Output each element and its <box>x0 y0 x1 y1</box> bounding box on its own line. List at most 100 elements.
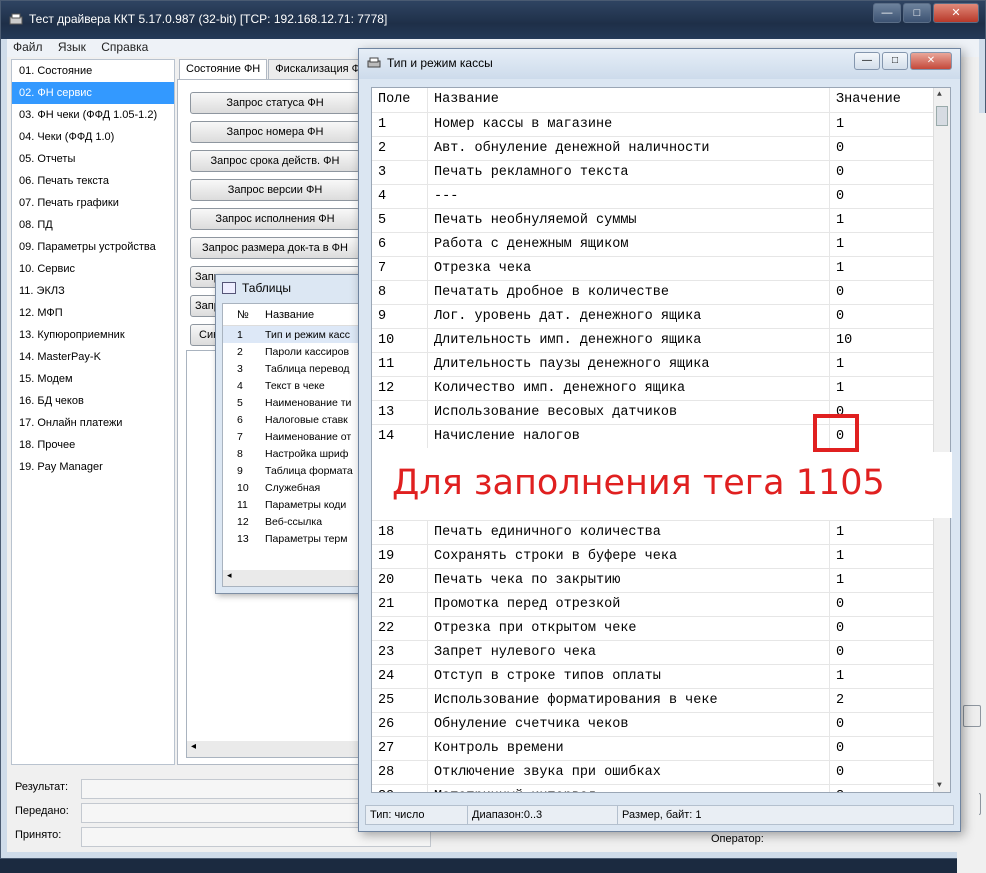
fn-number-button[interactable]: Запрос номера ФН <box>190 121 360 143</box>
grid-row[interactable]: 13 Использование весовых датчиков 0 <box>372 400 950 424</box>
table-row[interactable]: 13 Параметры терм <box>223 530 363 547</box>
grid-row[interactable]: 27 Контроль времени 0 <box>372 736 950 760</box>
grid-row[interactable]: 18 Печать единичного количества 1 <box>372 520 950 544</box>
menu-help[interactable]: Справка <box>95 39 154 55</box>
kassa-minimize-button[interactable]: — <box>854 52 880 70</box>
sidebar-item[interactable]: 04. Чеки (ФФД 1.0) <box>12 126 174 148</box>
cell-value[interactable]: 1 <box>830 665 935 688</box>
table-row[interactable]: 11 Параметры коди <box>223 496 363 513</box>
col-field-header[interactable]: Поле <box>372 88 428 112</box>
grid-row[interactable]: 25 Использование форматирования в чеке 2 <box>372 688 950 712</box>
tab-fn-status[interactable]: Состояние ФН <box>179 59 268 79</box>
cell-value[interactable]: 1 <box>830 377 935 400</box>
grid-row[interactable]: 12 Количество имп. денежного ящика 1 <box>372 376 950 400</box>
cell-value[interactable]: 10 <box>830 329 935 352</box>
fn-execution-button[interactable]: Запрос исполнения ФН <box>190 208 360 230</box>
fn-expiry-button[interactable]: Запрос срока действ. ФН <box>190 150 360 172</box>
cell-value[interactable]: 0 <box>830 305 935 328</box>
grid-row[interactable]: 26 Обнуление счетчика чеков 0 <box>372 712 950 736</box>
tab-fiscalization[interactable]: Фискализация Ф <box>268 59 367 79</box>
cell-value[interactable]: 0 <box>830 761 935 784</box>
table-row[interactable]: 9 Таблица формата <box>223 462 363 479</box>
scroll-up-icon[interactable]: ▲ <box>937 90 942 99</box>
menu-language[interactable]: Язык <box>52 39 92 55</box>
scroll-left-icon[interactable]: ◂ <box>187 741 371 757</box>
sidebar-item[interactable]: 05. Отчеты <box>12 148 174 170</box>
sidebar-item[interactable]: 16. БД чеков <box>12 390 174 412</box>
table-row[interactable]: 3 Таблица перевод <box>223 360 363 377</box>
table-row[interactable]: 12 Веб-ссылка <box>223 513 363 530</box>
scroll-left-icon[interactable]: ◂ <box>223 570 363 586</box>
right-edge-button-1[interactable] <box>963 705 981 727</box>
menu-file[interactable]: Файл <box>7 39 49 55</box>
table-row[interactable]: 1 Тип и режим касс <box>223 326 363 343</box>
fn-doc-size-button[interactable]: Запрос размера док-та в ФН <box>190 237 360 259</box>
kassa-params-grid[interactable]: Поле Название Значение 1 Номер кассы в ма… <box>371 87 951 793</box>
grid-row[interactable]: 6 Работа с денежным ящиком 1 <box>372 232 950 256</box>
tables-list[interactable]: № Название 1 Тип и режим касс 2 Пароли касс… <box>222 303 364 587</box>
grid-vertical-scrollbar[interactable]: ▲ ▼ <box>933 88 950 792</box>
sidebar-item[interactable]: 01. Состояние <box>12 60 174 82</box>
kassa-close-button[interactable]: ✕ <box>910 52 952 70</box>
sidebar-item[interactable]: 18. Прочее <box>12 434 174 456</box>
cell-value[interactable]: 1 <box>830 545 935 568</box>
table-row[interactable]: 4 Текст в чеке <box>223 377 363 394</box>
scroll-thumb[interactable] <box>936 106 948 126</box>
grid-row[interactable]: 8 Печатать дробное в количестве 0 <box>372 280 950 304</box>
sidebar-item[interactable]: 07. Печать графики <box>12 192 174 214</box>
kassa-dialog-titlebar[interactable]: Тип и режим кассы — □ ✕ <box>359 49 960 79</box>
table-row[interactable]: 5 Наименование ти <box>223 394 363 411</box>
cell-value[interactable]: 0 <box>830 713 935 736</box>
grid-row[interactable]: 14 Начисление налогов 0 <box>372 424 950 448</box>
fn-status-button[interactable]: Запрос статуса ФН <box>190 92 360 114</box>
grid-row[interactable]: 22 Отрезка при открытом чеке 0 <box>372 616 950 640</box>
sidebar-item[interactable]: 19. Pay Manager <box>12 456 174 478</box>
cell-value[interactable]: 2 <box>830 689 935 712</box>
cell-value[interactable]: 1 <box>830 521 935 544</box>
fn-version-button[interactable]: Запрос версии ФН <box>190 179 360 201</box>
grid-row[interactable]: 24 Отступ в строке типов оплаты 1 <box>372 664 950 688</box>
cell-value[interactable]: 1 <box>830 209 935 232</box>
sidebar-item[interactable]: 08. ПД <box>12 214 174 236</box>
sidebar-item[interactable]: 02. ФН сервис <box>12 82 174 104</box>
sidebar-item[interactable]: 14. MasterPay-K <box>12 346 174 368</box>
sidebar-item[interactable]: 12. МФП <box>12 302 174 324</box>
maximize-button[interactable]: □ <box>903 3 931 23</box>
col-value-header[interactable]: Значение <box>830 88 935 112</box>
sidebar-item[interactable]: 06. Печать текста <box>12 170 174 192</box>
cell-value[interactable]: 0 <box>830 137 935 160</box>
cell-value[interactable]: 1 <box>830 569 935 592</box>
cell-value[interactable]: 0 <box>830 281 935 304</box>
cell-value[interactable]: 1 <box>830 257 935 280</box>
grid-row[interactable]: 21 Промотка перед отрезкой 0 <box>372 592 950 616</box>
grid-row[interactable]: 3 Печать рекламного текста 0 <box>372 160 950 184</box>
grid-row[interactable]: 10 Длительность имп. денежного ящика 10 <box>372 328 950 352</box>
grid-row[interactable]: 7 Отрезка чека 1 <box>372 256 950 280</box>
cell-value[interactable]: 0 <box>830 641 935 664</box>
cell-value[interactable]: 0 <box>830 185 935 208</box>
sidebar-item[interactable]: 03. ФН чеки (ФФД 1.05-1.2) <box>12 104 174 126</box>
grid-row[interactable]: 4 --- 0 <box>372 184 950 208</box>
cell-value[interactable]: 0 <box>830 593 935 616</box>
main-titlebar[interactable]: Тест драйвера ККТ 5.17.0.987 (32-bit) [T… <box>1 1 985 39</box>
table-row[interactable]: 6 Налоговые ставк <box>223 411 363 428</box>
grid-row[interactable]: 11 Длительность паузы денежного ящика 1 <box>372 352 950 376</box>
cell-value[interactable]: 0 <box>830 617 935 640</box>
tables-dialog-title[interactable]: Таблицы <box>216 275 364 301</box>
minimize-button[interactable]: — <box>873 3 901 23</box>
grid-row[interactable]: 20 Печать чека по закрытию 1 <box>372 568 950 592</box>
grid-row[interactable]: 1 Номер кассы в магазине 1 <box>372 112 950 136</box>
col-num-header[interactable]: № <box>223 309 253 321</box>
sidebar-item[interactable]: 15. Модем <box>12 368 174 390</box>
cell-value[interactable]: 1 <box>830 233 935 256</box>
table-row[interactable]: 8 Настройка шриф <box>223 445 363 462</box>
grid-row[interactable]: 23 Запрет нулевого чека 0 <box>372 640 950 664</box>
grid-row[interactable]: 28 Отключение звука при ошибках 0 <box>372 760 950 784</box>
sidebar-item[interactable]: 10. Сервис <box>12 258 174 280</box>
table-row[interactable]: 10 Служебная <box>223 479 363 496</box>
sidebar-item[interactable]: 13. Купюроприемник <box>12 324 174 346</box>
grid-row[interactable]: 19 Сохранять строки в буфере чека 1 <box>372 544 950 568</box>
grid-row[interactable]: 9 Лог. уровень дат. денежного ящика 0 <box>372 304 950 328</box>
col-name-header[interactable]: Название <box>428 88 830 112</box>
cell-value[interactable]: 0 <box>830 161 935 184</box>
